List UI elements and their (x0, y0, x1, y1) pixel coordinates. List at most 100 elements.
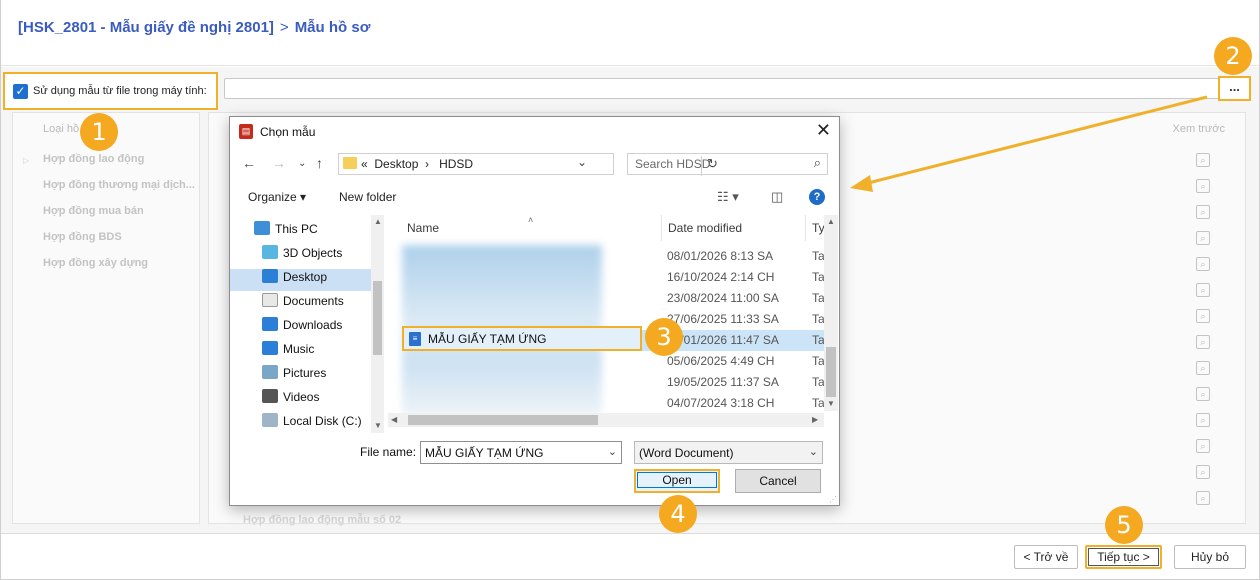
nav-label: Music (283, 342, 315, 356)
scroll-left-icon[interactable]: ◀ (391, 415, 397, 424)
scroll-down-icon[interactable]: ▼ (827, 399, 835, 408)
use-local-file-option[interactable]: ✓ Sử dụng mẫu từ file trong máy tính: (3, 72, 218, 110)
preview-icon[interactable]: ⌕ (1196, 439, 1210, 453)
expand-arrow-icon[interactable]: ▷ (23, 156, 29, 165)
picture-icon (262, 365, 278, 379)
template-type-header: Loại hồ (43, 123, 80, 135)
chevron-down-icon[interactable]: ⌄ (577, 155, 587, 169)
file-list-hscrollbar[interactable]: ◀ ▶ (388, 413, 824, 427)
preview-icon[interactable]: ⌕ (1196, 205, 1210, 219)
file-date: 05/06/2025 4:49 CH (667, 354, 775, 368)
cancel-button[interactable]: Hủy bỏ (1174, 545, 1246, 569)
scroll-down-icon[interactable]: ▼ (374, 421, 382, 430)
nav-item-downloads[interactable]: Downloads (262, 317, 378, 339)
preview-icon[interactable]: ⌕ (1196, 179, 1210, 193)
file-list-scrollbar[interactable]: ▲ ▼ (824, 215, 838, 411)
address-crumb[interactable]: Desktop (374, 157, 418, 171)
scroll-up-icon[interactable]: ▲ (827, 217, 835, 226)
nav-label: 3D Objects (283, 246, 343, 260)
nav-item-pictures[interactable]: Pictures (262, 365, 378, 387)
template-type-item[interactable]: Hợp đồng lao động (43, 153, 144, 165)
file-date: 19/05/2025 11:37 SA (667, 375, 779, 389)
nav-label: Pictures (283, 366, 327, 380)
template-row[interactable]: Hợp đồng lao động mẫu số 02 (243, 514, 401, 526)
up-arrow-icon[interactable]: ↑ (316, 155, 323, 171)
file-type: Ta (812, 354, 825, 368)
scroll-thumb[interactable] (826, 347, 836, 397)
chevron-down-icon[interactable]: ⌄ (608, 445, 617, 458)
file-type-select[interactable]: (Word Document) ⌄ (634, 441, 823, 464)
nav-item-videos[interactable]: Videos (262, 389, 378, 411)
back-arrow-icon[interactable]: ← (242, 155, 256, 171)
address-crumb[interactable]: HDSD (439, 157, 473, 171)
preview-icon[interactable]: ⌕ (1196, 309, 1210, 323)
nav-item-desktop[interactable]: Desktop (230, 269, 371, 291)
nav-item-3d-objects[interactable]: 3D Objects (262, 245, 378, 267)
preview-icon[interactable]: ⌕ (1196, 361, 1210, 375)
next-button[interactable]: Tiếp tục > (1085, 545, 1162, 569)
nav-scrollbar[interactable]: ▲ ▼ (371, 215, 384, 433)
column-separator[interactable] (805, 215, 806, 241)
checkbox-checked-icon[interactable]: ✓ (13, 83, 28, 99)
file-type: Ta (812, 375, 825, 389)
column-type[interactable]: Ty (812, 221, 825, 235)
preview-icon[interactable]: ⌕ (1196, 465, 1210, 479)
address-bar[interactable]: « Desktop › HDSD ⌄ ↻ (338, 153, 718, 176)
template-type-item[interactable]: Hợp đồng thương mại dịch... (43, 179, 195, 191)
back-button[interactable]: < Trở về (1014, 545, 1078, 569)
scroll-right-icon[interactable]: ▶ (812, 415, 818, 424)
open-button[interactable]: Open (634, 469, 720, 493)
dialog-title-bar: ▤ Chọn mẫu ✕ (230, 117, 839, 147)
view-options-icon[interactable]: ☷ ▾ (717, 189, 739, 205)
forward-arrow-icon[interactable]: → (272, 155, 286, 171)
column-separator[interactable] (661, 215, 662, 241)
dialog-cancel-button[interactable]: Cancel (735, 469, 821, 493)
breadcrumb-parent[interactable]: [HSK_2801 - Mẫu giấy đề nghị 2801] (18, 19, 274, 36)
chevron-down-icon[interactable]: ⌄ (298, 158, 306, 169)
preview-icon[interactable]: ⌕ (1196, 413, 1210, 427)
file-path-input[interactable] (224, 78, 1250, 99)
close-icon[interactable]: ✕ (816, 120, 831, 141)
preview-icon[interactable]: ⌕ (1196, 491, 1210, 505)
word-document-icon: ≡ (409, 332, 421, 346)
preview-icon[interactable]: ⌕ (1196, 283, 1210, 297)
resize-grip-icon[interactable]: ⋰ (829, 495, 837, 504)
preview-pane-icon[interactable]: ◫ (771, 189, 783, 205)
search-input[interactable]: Search HDSD ⌕ (627, 153, 828, 175)
chevron-down-icon[interactable]: ⌄ (809, 445, 818, 458)
preview-icon[interactable]: ⌕ (1196, 387, 1210, 401)
help-icon[interactable]: ? (809, 189, 825, 205)
nav-item-music[interactable]: Music (262, 341, 378, 363)
folder-icon (343, 157, 357, 169)
template-type-list: Loại hồ ▷ Hợp đồng lao động Hợp đồng thư… (12, 112, 200, 524)
browse-button[interactable]: ... (1218, 76, 1251, 101)
nav-label: Desktop (283, 270, 328, 284)
preview-icon[interactable]: ⌕ (1196, 335, 1210, 349)
breadcrumb-current: Mẫu hồ sơ (294, 19, 371, 36)
music-icon (262, 341, 278, 355)
file-date: 04/07/2024 3:18 CH (667, 396, 775, 410)
column-name[interactable]: Name (407, 221, 439, 235)
template-type-item[interactable]: Hợp đồng xây dựng (43, 257, 148, 269)
nav-item-this-pc[interactable]: This PC (254, 221, 370, 243)
organize-menu[interactable]: Organize ▾ (248, 190, 306, 204)
step-badge: 5 (1105, 506, 1143, 544)
scroll-up-icon[interactable]: ▲ (374, 217, 382, 226)
template-type-item[interactable]: Hợp đồng mua bán (43, 205, 144, 217)
preview-icon[interactable]: ⌕ (1196, 257, 1210, 271)
file-name-input[interactable]: MẪU GIẤY TẠM ỨNG ⌄ (420, 441, 622, 464)
nav-item-local-disk[interactable]: Local Disk (C:) (262, 413, 378, 435)
preview-icon[interactable]: ⌕ (1196, 153, 1210, 167)
navigation-pane: This PC 3D Objects Desktop Documents Dow… (230, 215, 384, 433)
selected-file-name[interactable]: ≡ MẪU GIẤY TẠM ỨNG (402, 326, 642, 351)
new-folder-button[interactable]: New folder (339, 190, 396, 204)
template-type-item[interactable]: Hợp đồng BDS (43, 231, 122, 243)
scroll-thumb[interactable] (373, 281, 382, 355)
nav-item-documents[interactable]: Documents (262, 293, 378, 315)
file-type: Ta (812, 291, 825, 305)
column-date[interactable]: Date modified (668, 221, 742, 235)
breadcrumb-separator: > (279, 19, 289, 36)
scroll-thumb[interactable] (408, 415, 598, 425)
preview-icon[interactable]: ⌕ (1196, 231, 1210, 245)
file-name-value: MẪU GIẤY TẠM ỨNG (425, 446, 544, 460)
